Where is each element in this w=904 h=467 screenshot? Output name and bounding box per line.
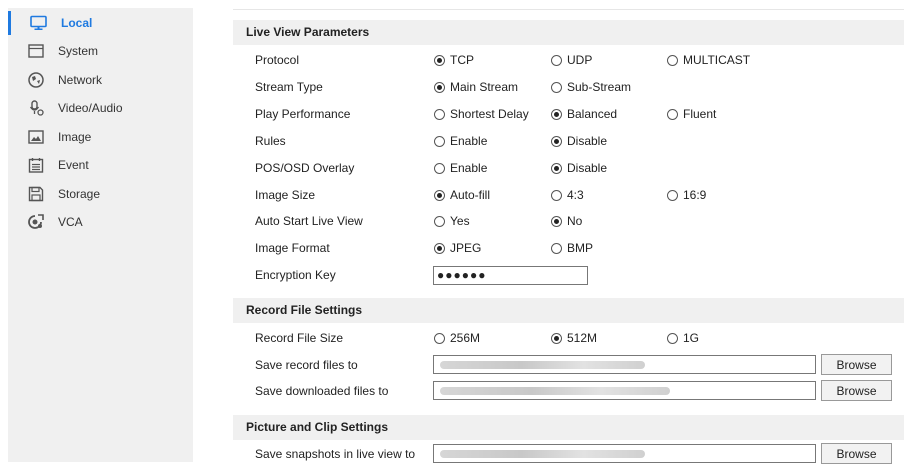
ratio-4-3-radio[interactable]: 4:3 bbox=[551, 188, 584, 202]
save-snapshots-path-field[interactable] bbox=[433, 444, 816, 463]
fluent-radio[interactable]: Fluent bbox=[667, 107, 716, 121]
pos-osd-disable-radio[interactable]: Disable bbox=[551, 161, 607, 175]
protocol-tcp-radio[interactable]: TCP bbox=[434, 53, 474, 67]
size-1g-radio[interactable]: 1G bbox=[667, 331, 699, 345]
sidebar-item-video-audio[interactable]: Video/Audio bbox=[8, 96, 193, 120]
section-record-file: Record File Settings bbox=[233, 298, 904, 323]
save-downloaded-row: Save downloaded files to Browse bbox=[233, 378, 904, 404]
auto-start-label: Auto Start Live View bbox=[255, 214, 363, 228]
rules-disable-radio[interactable]: Disable bbox=[551, 134, 607, 148]
sidebar-item-label: Local bbox=[61, 16, 93, 30]
sidebar-item-label: VCA bbox=[58, 215, 83, 229]
auto-start-row: Auto Start Live View Yes No bbox=[233, 208, 904, 234]
auto-start-yes-radio[interactable]: Yes bbox=[434, 214, 470, 228]
browse-record-button[interactable]: Browse bbox=[821, 354, 892, 375]
microphone-icon bbox=[27, 100, 44, 116]
main-content: Live View Parameters Protocol TCP UDP MU… bbox=[233, 0, 904, 464]
sidebar-item-system[interactable]: System bbox=[8, 39, 193, 63]
pos-osd-label: POS/OSD Overlay bbox=[255, 161, 355, 175]
balanced-radio[interactable]: Balanced bbox=[551, 107, 617, 121]
record-file-size-row: Record File Size 256M 512M 1G bbox=[233, 325, 904, 351]
floppy-icon bbox=[27, 186, 44, 202]
jpeg-radio[interactable]: JPEG bbox=[434, 241, 481, 255]
sidebar-item-network[interactable]: Network bbox=[8, 68, 193, 92]
protocol-multicast-radio[interactable]: MULTICAST bbox=[667, 53, 750, 67]
sidebar-item-label: Network bbox=[58, 73, 103, 87]
main-stream-radio[interactable]: Main Stream bbox=[434, 80, 518, 94]
section-live-view: Live View Parameters bbox=[233, 20, 904, 45]
save-snapshots-label: Save snapshots in live view to bbox=[255, 447, 416, 461]
globe-icon bbox=[27, 72, 44, 88]
pos-osd-row: POS/OSD Overlay Enable Disable bbox=[233, 155, 904, 181]
sidebar-item-label: Video/Audio bbox=[58, 101, 123, 115]
rules-row: Rules Enable Disable bbox=[233, 128, 904, 154]
encryption-key-row: Encryption Key ●●●●●● bbox=[233, 262, 904, 288]
save-snapshots-row: Save snapshots in live view to Browse bbox=[233, 441, 904, 467]
stream-type-row: Stream Type Main Stream Sub-Stream bbox=[233, 74, 904, 100]
protocol-label: Protocol bbox=[255, 53, 300, 67]
sidebar-item-image[interactable]: Image bbox=[8, 125, 193, 149]
rules-enable-radio[interactable]: Enable bbox=[434, 134, 487, 148]
section-picture-clip: Picture and Clip Settings bbox=[233, 415, 904, 440]
shortest-delay-radio[interactable]: Shortest Delay bbox=[434, 107, 529, 121]
system-icon bbox=[27, 43, 44, 59]
image-size-label: Image Size bbox=[255, 188, 316, 202]
image-format-label: Image Format bbox=[255, 241, 330, 255]
sidebar: Local System Network Video/Audio Image E… bbox=[8, 8, 193, 462]
stream-type-label: Stream Type bbox=[255, 80, 323, 94]
sidebar-item-label: System bbox=[58, 44, 99, 58]
ratio-16-9-radio[interactable]: 16:9 bbox=[667, 188, 706, 202]
divider bbox=[233, 9, 904, 10]
save-downloaded-label: Save downloaded files to bbox=[255, 384, 389, 398]
save-record-row: Save record files to Browse bbox=[233, 352, 904, 378]
save-record-path-field[interactable] bbox=[433, 355, 816, 374]
image-size-row: Image Size Auto-fill 4:3 16:9 bbox=[233, 182, 904, 208]
auto-fill-radio[interactable]: Auto-fill bbox=[434, 188, 490, 202]
image-icon bbox=[27, 129, 44, 145]
sidebar-item-label: Image bbox=[58, 130, 92, 144]
encryption-key-field[interactable]: ●●●●●● bbox=[433, 266, 588, 285]
play-performance-row: Play Performance Shortest Delay Balanced… bbox=[233, 101, 904, 127]
sub-stream-radio[interactable]: Sub-Stream bbox=[551, 80, 631, 94]
rules-label: Rules bbox=[255, 134, 286, 148]
size-512m-radio[interactable]: 512M bbox=[551, 331, 597, 345]
sidebar-item-vca[interactable]: VCA bbox=[8, 210, 193, 234]
sidebar-item-event[interactable]: Event bbox=[8, 153, 193, 177]
play-performance-label: Play Performance bbox=[255, 107, 351, 121]
vca-icon bbox=[27, 214, 44, 230]
monitor-icon bbox=[30, 15, 47, 31]
pos-osd-enable-radio[interactable]: Enable bbox=[434, 161, 487, 175]
sidebar-item-storage[interactable]: Storage bbox=[8, 182, 193, 206]
calendar-icon bbox=[27, 157, 44, 173]
encryption-key-label: Encryption Key bbox=[255, 268, 336, 282]
browse-snapshots-button[interactable]: Browse bbox=[821, 443, 892, 464]
record-file-size-label: Record File Size bbox=[255, 331, 344, 345]
bmp-radio[interactable]: BMP bbox=[551, 241, 593, 255]
sidebar-item-local[interactable]: Local bbox=[8, 11, 193, 35]
image-format-row: Image Format JPEG BMP bbox=[233, 235, 904, 261]
protocol-row: Protocol TCP UDP MULTICAST bbox=[233, 47, 904, 73]
save-record-label: Save record files to bbox=[255, 358, 358, 372]
browse-downloaded-button[interactable]: Browse bbox=[821, 380, 892, 401]
auto-start-no-radio[interactable]: No bbox=[551, 214, 582, 228]
sidebar-item-label: Event bbox=[58, 158, 89, 172]
sidebar-item-label: Storage bbox=[58, 187, 101, 201]
size-256m-radio[interactable]: 256M bbox=[434, 331, 480, 345]
protocol-udp-radio[interactable]: UDP bbox=[551, 53, 592, 67]
save-downloaded-path-field[interactable] bbox=[433, 381, 816, 400]
